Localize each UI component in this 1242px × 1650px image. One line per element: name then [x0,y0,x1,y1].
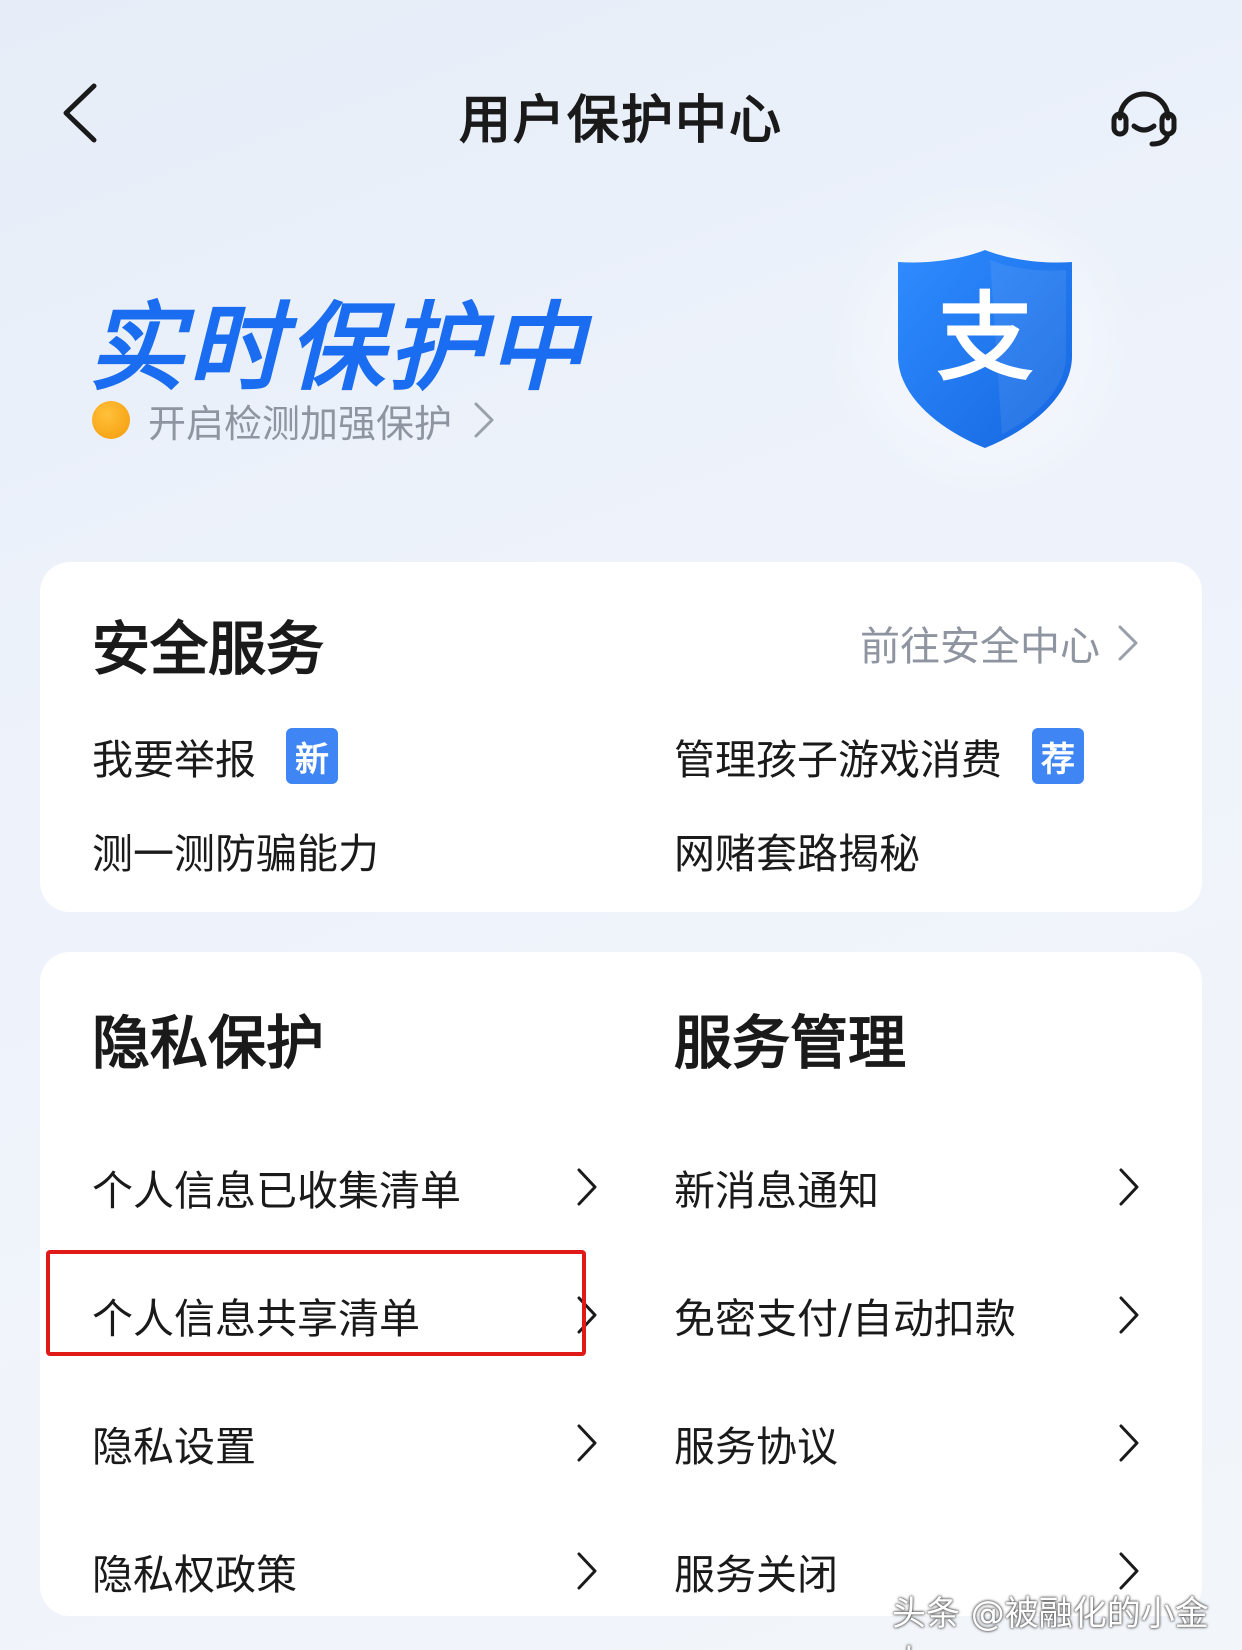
gambling-tricks-label: 网赌套路揭秘 [674,830,920,878]
chevron-right-icon [1119,1168,1139,1206]
collected-info-list-label: 个人信息已收集清单 [92,1167,461,1215]
new-badge: 新 [286,728,338,784]
service-close-label: 服务关闭 [674,1551,838,1599]
privacy-protection-title: 隐私保护 [92,1009,325,1077]
go-security-center-link[interactable]: 前往安全中心 [860,614,1140,672]
page-title: 用户保护中心 [458,91,783,151]
auto-deduction-row[interactable]: 免密支付/自动扣款 [674,1280,1144,1350]
enable-detection-link[interactable]: 开启检测加强保护 [92,396,496,446]
watermark: 头条 @被融化的小金人 [892,1594,1209,1650]
privacy-policy-label: 隐私权政策 [92,1551,297,1599]
gambling-tricks-item[interactable]: 网赌套路揭秘 [674,820,920,880]
message-notification-label: 新消息通知 [674,1167,879,1215]
chevron-right-icon [474,402,494,438]
anti-fraud-test-label: 测一测防骗能力 [92,830,379,878]
security-services-card: 安全服务 前往安全中心 我要举报 新 管理孩子游戏消费 荐 测一测防骗能力 网赌… [40,562,1202,912]
enable-detection-label: 开启检测加强保护 [148,401,453,446]
go-security-center-label: 前往安全中心 [860,624,1100,670]
chevron-right-icon [577,1424,597,1462]
report-item[interactable]: 我要举报 新 [92,726,338,786]
anti-fraud-test-item[interactable]: 测一测防骗能力 [92,820,379,880]
protection-status-title: 实时保护中 [88,292,588,404]
alipay-shield-logo: 支 [890,246,1080,452]
service-agreement-label: 服务协议 [674,1423,838,1471]
status-dot-icon [92,401,130,439]
customer-service-button[interactable] [1108,78,1180,150]
chevron-right-icon [577,1552,597,1590]
message-notification-row[interactable]: 新消息通知 [674,1152,1144,1222]
chevron-right-icon [1119,1552,1139,1590]
chevron-right-icon [577,1168,597,1206]
chevron-right-icon [1119,1296,1139,1334]
privacy-settings-row[interactable]: 隐私设置 [92,1408,602,1478]
child-game-spending-item[interactable]: 管理孩子游戏消费 荐 [674,726,1084,786]
privacy-policy-row[interactable]: 隐私权政策 [92,1536,602,1606]
alipay-logo-glyph: 支 [937,282,1033,394]
collected-info-list-row[interactable]: 个人信息已收集清单 [92,1152,602,1222]
privacy-settings-label: 隐私设置 [92,1423,256,1471]
highlight-annotation [46,1250,586,1356]
chevron-right-icon [1119,1424,1139,1462]
report-label: 我要举报 [92,736,256,784]
service-agreement-row[interactable]: 服务协议 [674,1408,1144,1478]
auto-deduction-label: 免密支付/自动扣款 [674,1295,1016,1343]
child-game-spending-label: 管理孩子游戏消费 [674,736,1002,784]
recommend-badge: 荐 [1032,728,1084,784]
service-management-title: 服务管理 [674,1009,907,1077]
headset-icon [1111,91,1177,147]
chevron-right-icon [1118,625,1138,661]
security-services-title: 安全服务 [92,615,325,683]
